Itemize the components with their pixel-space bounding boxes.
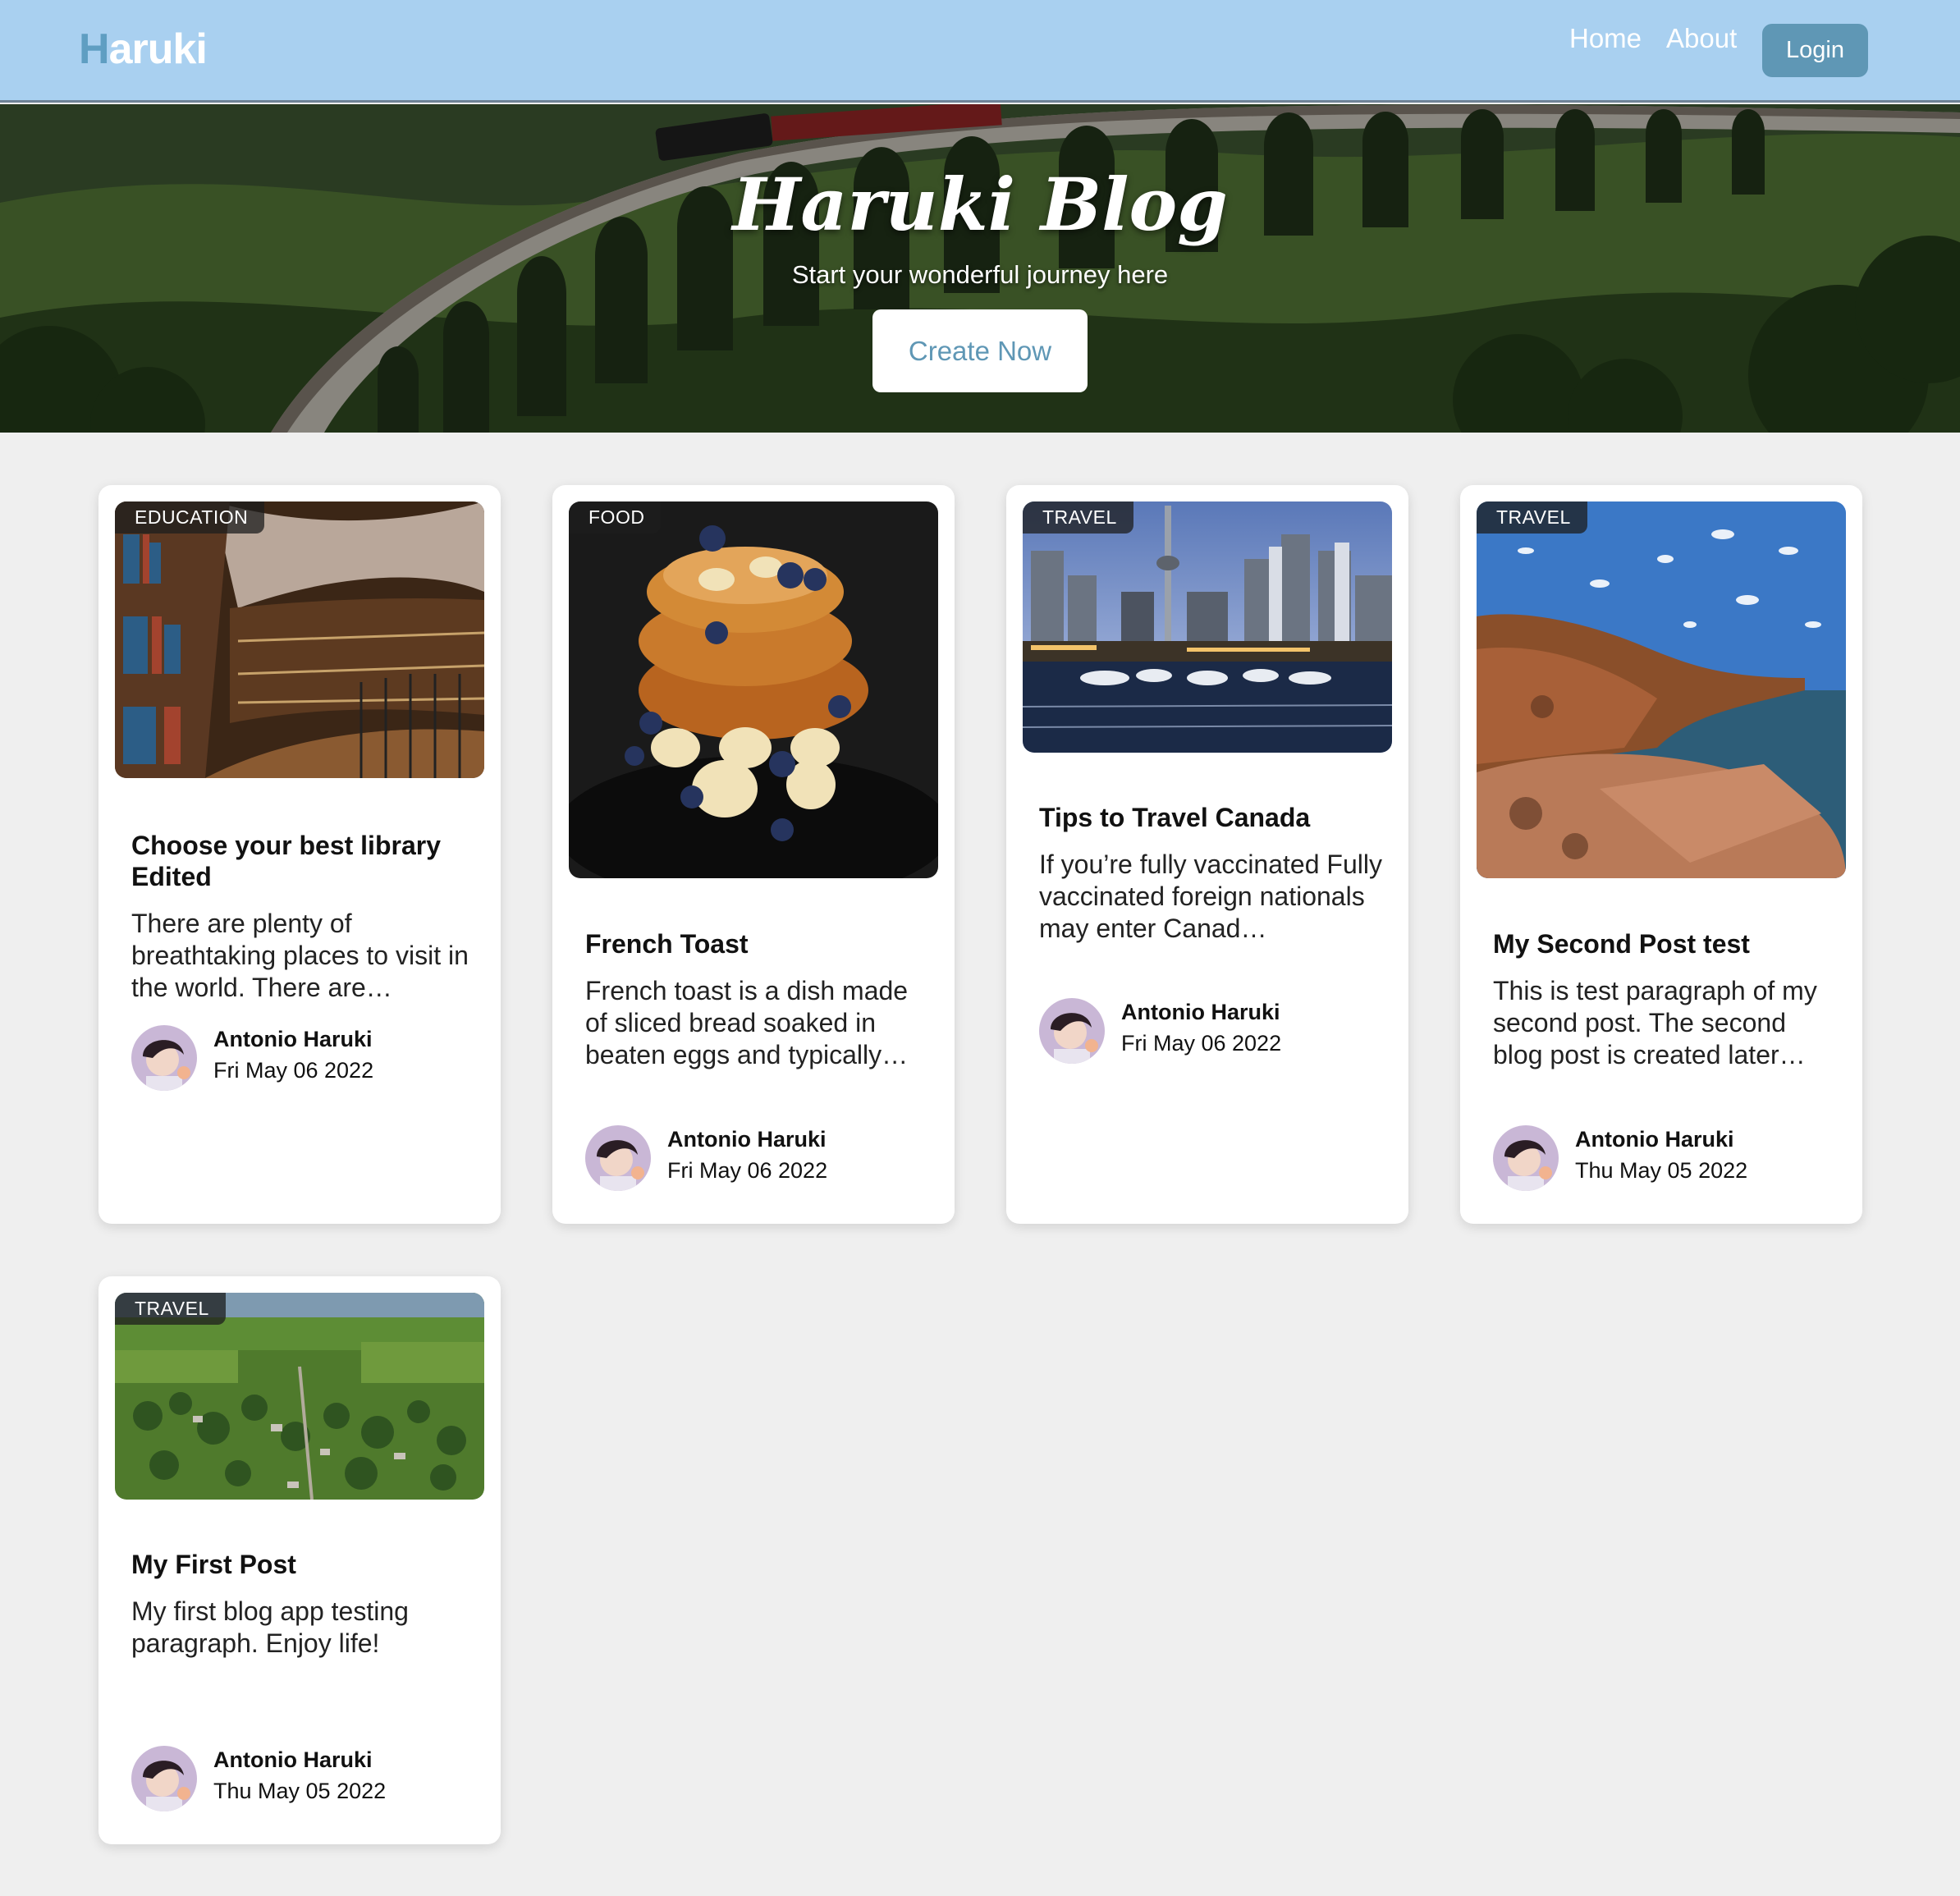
post-date: Fri May 06 2022	[1121, 1031, 1282, 1056]
login-button[interactable]: Login	[1762, 24, 1868, 77]
post-image-coast[interactable]: TRAVEL	[1477, 501, 1846, 878]
post-excerpt: If you’re fully vaccinated Fully vaccina…	[1039, 850, 1382, 943]
post-author: Antonio Haruki Thu May 05 2022	[131, 1746, 476, 1811]
post-date: Thu May 05 2022	[213, 1779, 387, 1803]
author-name[interactable]: Antonio Haruki	[213, 1027, 373, 1052]
post-card[interactable]: EDUCATION Choose your best library Edite…	[98, 485, 501, 1224]
author-name[interactable]: Antonio Haruki	[1575, 1127, 1734, 1152]
post-title[interactable]: My Second Post test	[1493, 928, 1829, 959]
category-tag[interactable]: TRAVEL	[1477, 501, 1587, 534]
post-author: Antonio Haruki Thu May 05 2022	[1493, 1125, 1838, 1191]
post-title[interactable]: Choose your best library Edited	[131, 830, 468, 892]
hero-subtitle: Start your wonderful journey here	[791, 260, 1169, 289]
post-image-french-toast[interactable]: FOOD	[569, 501, 938, 878]
author-avatar[interactable]	[585, 1125, 651, 1191]
post-card[interactable]: TRAVEL My First Post My first blog app t…	[98, 1276, 501, 1844]
post-excerpt: My first blog app testing paragraph. Enj…	[131, 1596, 409, 1658]
post-date: Fri May 06 2022	[667, 1158, 828, 1183]
create-now-button[interactable]: Create Now	[872, 309, 1088, 392]
logo-text: aruki	[108, 25, 208, 73]
post-author: Antonio Haruki Fri May 06 2022	[131, 1025, 476, 1091]
author-avatar[interactable]	[1039, 998, 1105, 1064]
category-tag[interactable]: TRAVEL	[115, 1293, 226, 1325]
author-avatar[interactable]	[131, 1746, 197, 1811]
post-card[interactable]: TRAVEL Tips to Travel Canada If you’re f…	[1006, 485, 1408, 1224]
post-title[interactable]: My First Post	[131, 1549, 468, 1580]
category-tag[interactable]: TRAVEL	[1023, 501, 1133, 534]
top-navbar: Haruki Home About Login	[0, 0, 1960, 103]
hero-banner: Haruki Blog Start your wonderful journey…	[0, 104, 1960, 433]
post-card[interactable]: TRAVEL My Second Post test This is test …	[1460, 485, 1862, 1224]
post-image-toronto[interactable]: TRAVEL	[1023, 501, 1392, 753]
author-avatar[interactable]	[131, 1025, 197, 1091]
post-image-village[interactable]: TRAVEL	[115, 1293, 484, 1500]
post-card[interactable]: FOOD French Toast French toast is a dish…	[552, 485, 955, 1224]
site-logo[interactable]: Haruki	[79, 25, 208, 74]
category-tag[interactable]: EDUCATION	[115, 501, 265, 534]
logo-initial: H	[79, 25, 110, 73]
post-author: Antonio Haruki Fri May 06 2022	[585, 1125, 930, 1191]
post-author: Antonio Haruki Fri May 06 2022	[1039, 998, 1384, 1064]
nav-about-link[interactable]: About	[1666, 23, 1737, 54]
post-excerpt: This is test paragraph of my second post…	[1493, 976, 1817, 1069]
author-avatar[interactable]	[1493, 1125, 1559, 1191]
post-image-library[interactable]: EDUCATION	[115, 501, 484, 778]
author-name[interactable]: Antonio Haruki	[1121, 1000, 1280, 1025]
nav-home-link[interactable]: Home	[1569, 23, 1642, 54]
post-date: Thu May 05 2022	[1575, 1158, 1748, 1183]
post-excerpt: French toast is a dish made of sliced br…	[585, 976, 909, 1069]
author-name[interactable]: Antonio Haruki	[667, 1127, 827, 1152]
post-date: Fri May 06 2022	[213, 1058, 374, 1083]
author-name[interactable]: Antonio Haruki	[213, 1747, 373, 1773]
post-title[interactable]: French Toast	[585, 928, 922, 959]
category-tag[interactable]: FOOD	[569, 501, 662, 534]
post-title[interactable]: Tips to Travel Canada	[1039, 802, 1376, 833]
post-excerpt: There are plenty of breathtaking places …	[131, 909, 469, 1002]
hero-title: Haruki Blog	[732, 162, 1228, 247]
